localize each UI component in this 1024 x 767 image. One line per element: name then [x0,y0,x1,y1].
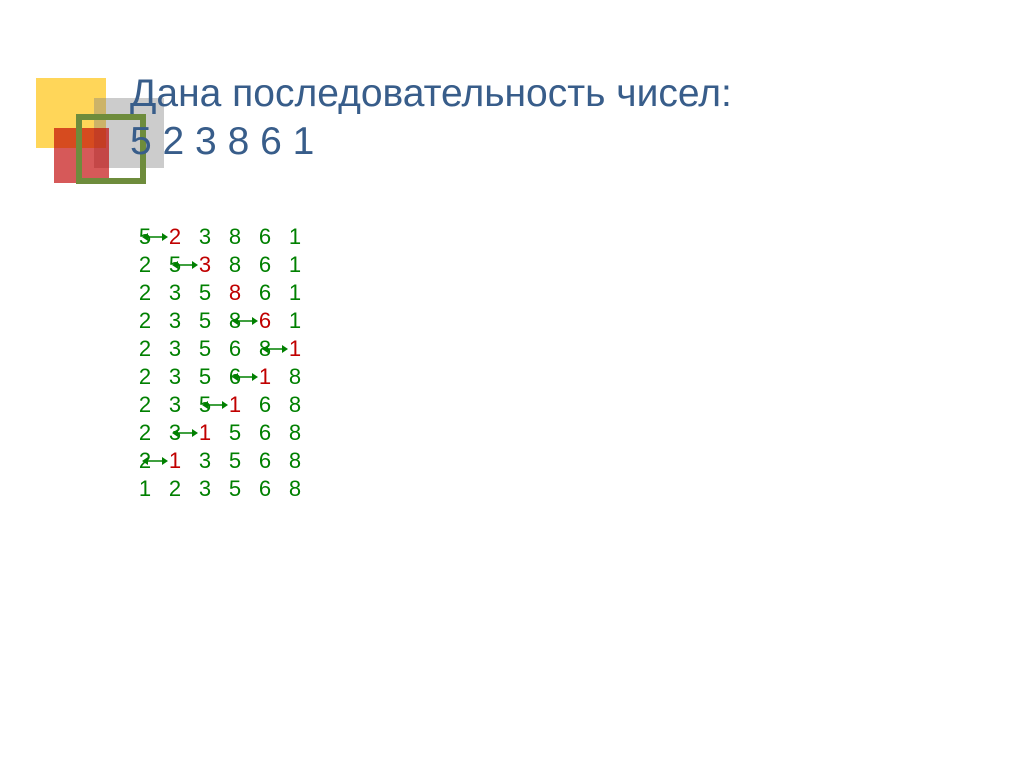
number-cell: 5 [190,282,220,304]
number-cell: 3 [190,450,220,472]
sequence-row: 213568 [130,450,310,472]
number-cell: 5 [220,422,250,444]
number-cell: 8 [220,226,250,248]
number-cell: 3 [160,338,190,360]
number-cell: 5 [190,366,220,388]
number-cell: 3 [160,282,190,304]
number-cell: 1 [280,226,310,248]
sequence-row: 235861 [130,282,310,304]
sequence-row: 253861 [130,254,310,276]
number-cell: 3 [190,226,220,248]
number-cell: 6 [250,282,280,304]
number-cell: 6 [250,450,280,472]
number-cell: 6 [250,226,280,248]
title-line-1: Дана последовательность чисел: [130,70,964,118]
number-cell: 2 [130,338,160,360]
sequence-row: 235168 [130,394,310,416]
number-cell: 3 [160,310,190,332]
sequence-row: 231568 [130,422,310,444]
number-cell: 1 [280,310,310,332]
number-cell: 1 [130,478,160,500]
number-cell: 6 [250,478,280,500]
number-cell: 2 [130,254,160,276]
number-cell: 6 [250,422,280,444]
number-cell: 2 [130,282,160,304]
sequence-row: 235861 [130,310,310,332]
number-cell: 5 [190,338,220,360]
number-cell: 8 [280,422,310,444]
number-cell: 8 [280,366,310,388]
number-cell: 8 [280,478,310,500]
number-cell: 2 [130,366,160,388]
number-cell: 1 [280,254,310,276]
sequence-row: 235681 [130,338,310,360]
number-cell: 3 [160,366,190,388]
number-cell: 3 [190,478,220,500]
number-cell: 5 [220,478,250,500]
number-cell: 1 [280,282,310,304]
sequence-row: 235618 [130,366,310,388]
number-cell: 8 [220,254,250,276]
number-cell: 2 [130,422,160,444]
number-cell: 6 [220,338,250,360]
sequence-steps: 5238612538612358612358612356812356182351… [130,226,310,506]
number-cell: 8 [220,282,250,304]
sequence-row: 123568 [130,478,310,500]
number-cell: 2 [130,310,160,332]
number-cell: 8 [280,450,310,472]
slide-title: Дана последовательность чисел: 5 2 3 8 6… [130,70,964,165]
number-cell: 5 [220,450,250,472]
sequence-row: 523861 [130,226,310,248]
number-cell: 6 [250,254,280,276]
number-cell: 6 [250,394,280,416]
number-cell: 8 [280,394,310,416]
number-cell: 3 [160,394,190,416]
number-cell: 5 [190,310,220,332]
title-line-2: 5 2 3 8 6 1 [130,118,964,166]
number-cell: 2 [130,394,160,416]
number-cell: 2 [160,478,190,500]
